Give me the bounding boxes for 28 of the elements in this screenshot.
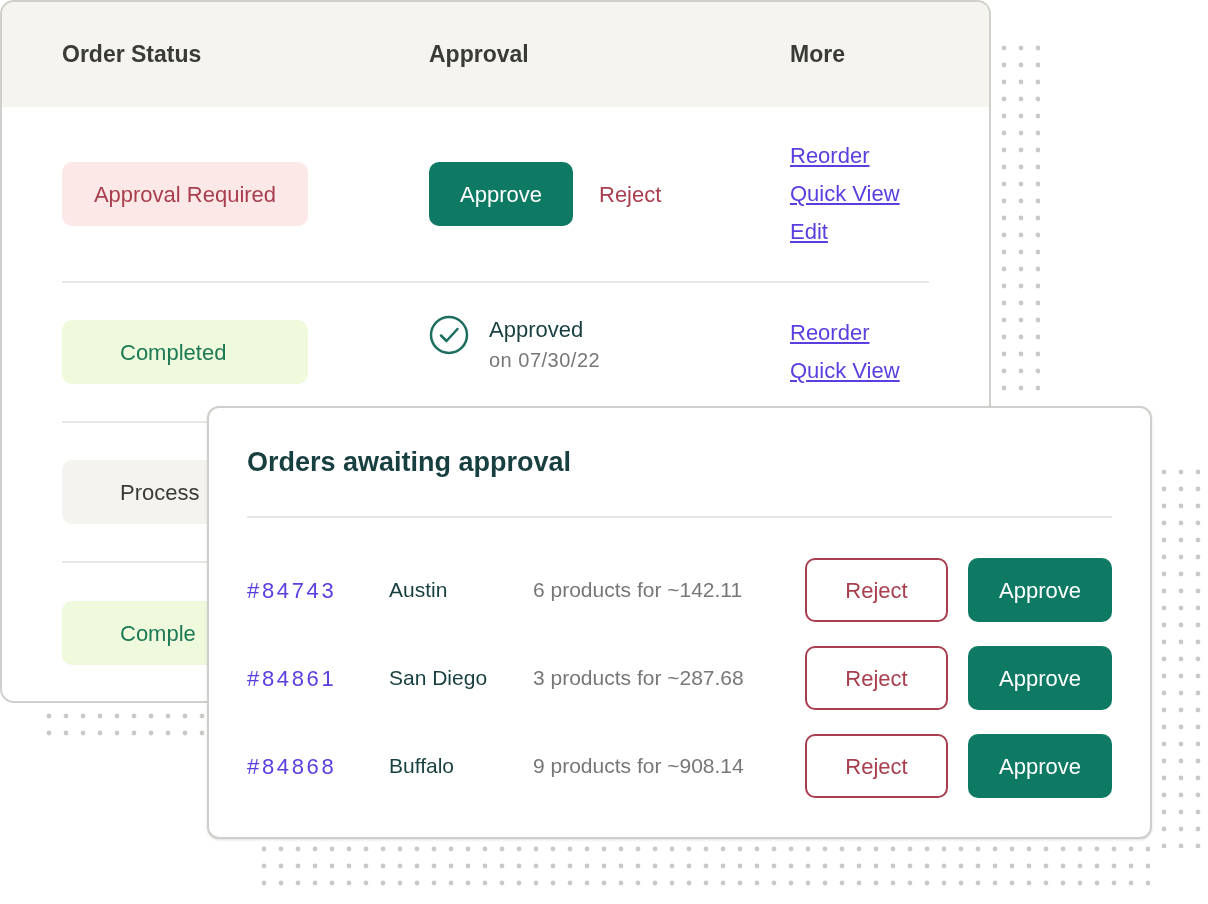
order-city: Austin (389, 577, 449, 604)
approve-button[interactable]: Approve (968, 646, 1112, 710)
order-city: San Diego (389, 665, 489, 692)
order-number-link[interactable]: #84868 (247, 749, 389, 783)
action-link[interactable]: Edit (790, 213, 900, 251)
reject-button[interactable]: Reject (805, 558, 948, 622)
order-summary: 9 products for ~908.14 (533, 753, 745, 780)
action-link[interactable]: Quick View (790, 352, 900, 390)
order-summary: 6 products for ~142.11 (533, 577, 744, 604)
reject-button[interactable]: Reject (599, 177, 662, 211)
approve-button[interactable]: Approve (429, 162, 573, 226)
approve-button[interactable]: Approve (968, 558, 1112, 622)
check-circle-icon (429, 315, 469, 355)
action-link[interactable]: Reorder (790, 137, 900, 175)
status-badge: Approval Required (62, 162, 308, 226)
status-badge: Completed (62, 320, 308, 384)
action-link[interactable]: Reorder (790, 314, 900, 352)
action-link[interactable]: Quick View (790, 175, 900, 213)
reject-button[interactable]: Reject (805, 646, 948, 710)
column-header: More (790, 41, 845, 68)
approve-button[interactable]: Approve (968, 734, 1112, 798)
reject-button[interactable]: Reject (805, 734, 948, 798)
column-header: Approval (429, 41, 529, 68)
approved-label: Approved (489, 316, 585, 344)
order-summary: 3 products for ~287.68 (533, 665, 745, 692)
approval-date: on 07/30/22 (489, 348, 601, 373)
column-header: Order Status (62, 41, 202, 68)
order-city: Buffalo (389, 753, 455, 780)
